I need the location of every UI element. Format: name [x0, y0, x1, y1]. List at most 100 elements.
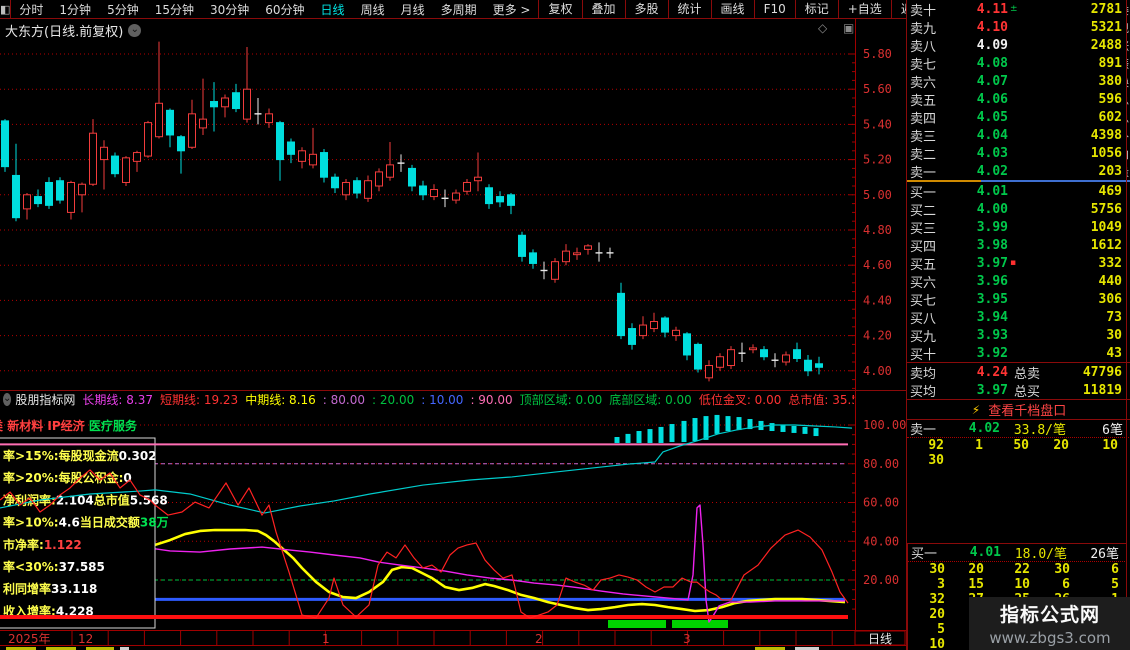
detail-number-row: 30	[907, 453, 1130, 468]
level-label: 买十	[907, 344, 946, 363]
clipped-char: 外	[1126, 128, 1130, 144]
trade-size: 6	[1030, 577, 1070, 592]
svg-text:3: 3	[683, 632, 691, 646]
level-label: 卖二	[907, 144, 946, 163]
orderbook-row[interactable]: 卖七4.08891	[907, 54, 1130, 72]
indicator-value: 长期线: 8.37	[82, 392, 153, 407]
deep-quote-link-row[interactable]: ⚡ 查看千档盘口	[907, 400, 1130, 420]
candle	[189, 100, 196, 149]
level-price: 3.98	[946, 238, 1008, 253]
buy-queue: 买一4.01469买二4.005756买三3.991049买四3.981612买…	[907, 182, 1130, 362]
overlay-text-row: 率<30%:37.585	[3, 559, 105, 574]
average-rows: 卖均4.24总卖47796买均3.97总买11819	[907, 363, 1130, 399]
level-label: 买四	[907, 236, 946, 255]
candle	[310, 128, 317, 168]
level-label: 买八	[907, 308, 946, 327]
candle	[596, 242, 603, 261]
detail-per-trade: 33.8/笔	[1000, 419, 1066, 438]
indicator-value: 中期线: 8.16	[245, 392, 316, 407]
orderbook-row[interactable]: 买十3.9243	[907, 344, 1130, 362]
indicator-value: 短期线: 19.23	[160, 392, 238, 407]
orderbook-row[interactable]: 买八3.9473	[907, 308, 1130, 326]
level-label: 卖六	[907, 72, 946, 91]
svg-text:4.00: 4.00	[863, 364, 892, 378]
deep-quote-link[interactable]: 查看千档盘口	[988, 400, 1066, 419]
svg-text:4.80: 4.80	[863, 223, 892, 237]
info-overlay-box: 类 新材料 IP经济 医疗服务率>15%:每股现金流0.302率>20%:每股公…	[0, 418, 169, 628]
orderbook-row[interactable]: 卖四4.05602	[907, 108, 1130, 126]
watermark: 指标公式网 www.zbgs3.com	[969, 597, 1130, 650]
candle	[563, 244, 570, 265]
collapse-icon[interactable]: ⌄	[3, 393, 11, 406]
overlay-text-row: 市净率:1.122	[3, 537, 82, 552]
candle	[68, 181, 75, 220]
svg-text:5.60: 5.60	[863, 82, 892, 96]
watermark-url: www.zbgs3.com	[989, 629, 1110, 647]
orderbook-row[interactable]: 买六3.96440	[907, 272, 1130, 290]
svg-text:2025年: 2025年	[8, 632, 51, 646]
svg-text:4.20: 4.20	[863, 329, 892, 343]
candle	[497, 191, 504, 207]
candle	[145, 121, 152, 158]
orderbook-row[interactable]: 卖九4.105321	[907, 18, 1130, 36]
level-volume: 2488	[1026, 38, 1130, 53]
trade-size	[983, 453, 1029, 468]
orderbook-row[interactable]: 买五3.97▪332	[907, 254, 1130, 272]
candle	[409, 165, 416, 191]
candle	[695, 343, 702, 373]
candle	[805, 355, 812, 376]
candle	[332, 174, 339, 193]
orderbook-row[interactable]: 买三3.991049	[907, 218, 1130, 236]
candle	[178, 135, 185, 174]
level-volume: 43	[1026, 346, 1130, 361]
average-row: 卖均4.24总卖47796	[907, 363, 1130, 381]
clipped-char: 总	[1126, 92, 1130, 108]
level-mark: ±	[1008, 4, 1026, 14]
trade-size: 10	[984, 577, 1030, 592]
chart-corner-icons[interactable]: ◇ ▣	[818, 21, 860, 35]
candle	[134, 151, 141, 172]
candle	[46, 177, 53, 209]
candle	[277, 121, 284, 181]
indicator-value: : 80.00	[323, 393, 365, 407]
candle	[475, 153, 482, 192]
clipped-char: 委	[1126, 2, 1130, 18]
orderbook-row[interactable]: 卖十4.11±2781	[907, 0, 1130, 18]
orderbook-row[interactable]: 卖六4.07380	[907, 72, 1130, 90]
svg-text:日线: 日线	[868, 632, 892, 646]
orderbook-row[interactable]: 卖五4.06596	[907, 90, 1130, 108]
candle	[508, 193, 515, 214]
candle	[24, 193, 31, 219]
chevron-down-icon[interactable]: ⌄	[128, 24, 141, 37]
orderbook-row[interactable]: 卖八4.092488	[907, 36, 1130, 54]
avg-price: 4.24	[946, 365, 1008, 380]
clipped-char: 总	[1126, 110, 1130, 126]
level-label: 买二	[907, 200, 946, 219]
orderbook-row[interactable]: 买一4.01469	[907, 182, 1130, 200]
orderbook-row[interactable]: 卖三4.044398	[907, 126, 1130, 144]
svg-text:类 新材料 IP经济 医疗服务: 类 新材料 IP经济 医疗服务	[0, 418, 138, 433]
avg-label: 买均	[907, 381, 946, 400]
chart-title: 大东方(日线.前复权)	[5, 21, 123, 40]
candle	[123, 156, 130, 186]
level-label: 卖八	[907, 36, 946, 55]
candle	[739, 343, 746, 362]
indicator-header: ⌄ 股朋指标网 长期线: 8.37短期线: 19.23中期线: 8.16: 80…	[0, 392, 854, 407]
total-volume: 47796	[1048, 365, 1130, 380]
orderbook-row[interactable]: 卖一4.02203	[907, 162, 1130, 180]
trade-size: 92	[907, 438, 944, 453]
orderbook-row[interactable]: 买七3.95306	[907, 290, 1130, 308]
level-price: 3.96	[946, 274, 1008, 289]
orderbook-row[interactable]: 买二4.005756	[907, 200, 1130, 218]
candle	[321, 149, 328, 182]
orderbook-row[interactable]: 买四3.981612	[907, 236, 1130, 254]
indicator-value: : 90.00	[470, 393, 512, 407]
orderbook-row[interactable]: 买九3.9330	[907, 326, 1130, 344]
detail-number-row: 302022306	[908, 562, 1127, 577]
candle	[244, 47, 251, 123]
level-label: 买三	[907, 218, 946, 237]
level-volume: 1056	[1026, 146, 1130, 161]
candle	[486, 184, 493, 209]
orderbook-row[interactable]: 卖二4.031056	[907, 144, 1130, 162]
avg-label: 卖均	[907, 363, 946, 382]
